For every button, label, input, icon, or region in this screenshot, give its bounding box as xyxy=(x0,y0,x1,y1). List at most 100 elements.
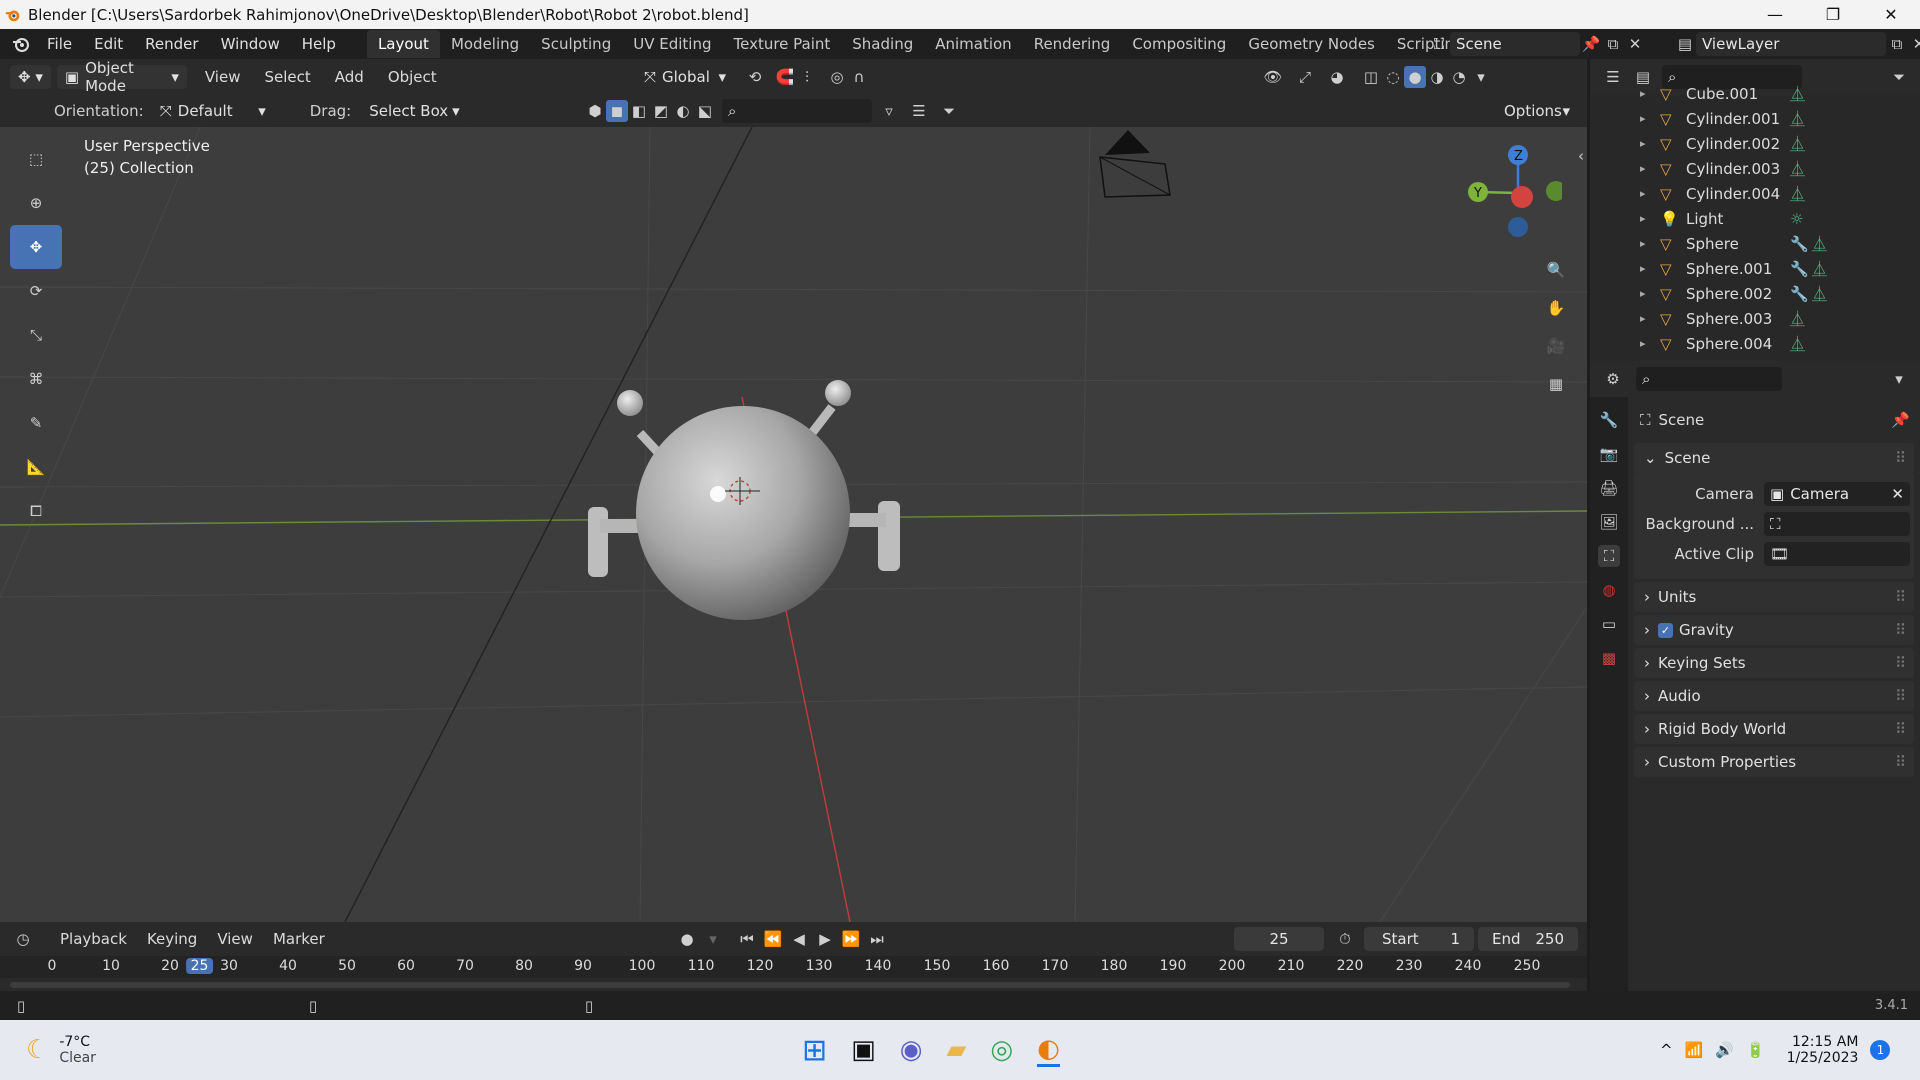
prev-keyframe-icon[interactable]: ⏪ xyxy=(762,928,784,950)
perspective-toggle-icon[interactable]: ▦ xyxy=(1541,369,1571,399)
clock[interactable]: 12:15 AM 1/25/2023 xyxy=(1787,1034,1859,1066)
drag-handle-icon[interactable]: ⠿ xyxy=(1895,449,1906,467)
current-frame-field[interactable]: 25 xyxy=(1234,927,1324,951)
mode-selector[interactable]: ▣ Object Mode ▾ xyxy=(56,59,187,95)
expand-arrow-icon[interactable]: ▸ xyxy=(1640,112,1656,125)
maximize-button[interactable]: ❐ xyxy=(1804,5,1862,24)
material-preview-icon[interactable]: ◑ xyxy=(1426,66,1448,88)
pivot-point-icon[interactable]: ⟲ xyxy=(744,66,766,88)
tab-compositing[interactable]: Compositing xyxy=(1121,30,1237,58)
scene-tab-icon[interactable]: ⛶ xyxy=(1598,545,1620,567)
rendered-shading-icon[interactable]: ◔ xyxy=(1448,66,1470,88)
outliner-item[interactable]: ▸▽Cylinder.001⏅👁📷 xyxy=(1640,106,1920,131)
background-field[interactable]: ⛶ xyxy=(1764,512,1910,536)
filter-toggle-icon[interactable]: ▿ xyxy=(878,100,900,122)
property-section-keying-sets[interactable]: › Keying Sets ⠿ xyxy=(1634,648,1914,678)
view-layer-tab-icon[interactable]: 🖼 xyxy=(1598,511,1620,533)
blender-menu-icon[interactable] xyxy=(10,33,32,55)
outliner-item[interactable]: ▸▽Cube.001⏅👁📷 xyxy=(1640,81,1920,106)
viewlayer-selector[interactable]: ViewLayer xyxy=(1696,32,1886,56)
active-clip-field[interactable]: 🎞 xyxy=(1764,542,1910,566)
new-scene-icon[interactable]: ⧉ xyxy=(1602,33,1624,55)
modifier-wrench-icon[interactable]: 🔧 xyxy=(1790,285,1812,303)
properties-editor-type-icon[interactable]: ⚙ xyxy=(1602,368,1624,390)
gravity-checkbox[interactable]: ✓ xyxy=(1658,622,1673,638)
chevron-down-icon[interactable]: ▾ xyxy=(1888,368,1910,390)
timeline-scrollbar[interactable] xyxy=(10,982,1570,988)
transform-tool[interactable]: ⌘ xyxy=(10,357,62,401)
move-tool[interactable]: ✥ xyxy=(10,225,62,269)
editor-type-selector[interactable]: ✥ ▾ xyxy=(10,65,51,89)
new-viewlayer-icon[interactable]: ⧉ xyxy=(1886,33,1908,55)
jump-end-icon[interactable]: ⏭ xyxy=(866,928,888,950)
blender-taskbar-icon[interactable]: ◐ xyxy=(1037,1034,1060,1067)
task-view-icon[interactable]: ▣ xyxy=(851,1035,876,1065)
volume-icon[interactable]: 🔊 xyxy=(1715,1041,1734,1059)
property-section-rigid-body-world[interactable]: › Rigid Body World ⠿ xyxy=(1634,714,1914,744)
start-windows-icon[interactable]: ⊞ xyxy=(802,1033,827,1068)
chevron-up-icon[interactable]: ^ xyxy=(1660,1041,1673,1059)
clear-icon[interactable]: ✕ xyxy=(1891,485,1904,503)
close-button[interactable]: ✕ xyxy=(1862,5,1920,24)
select-mode-invert-icon[interactable]: ◐ xyxy=(672,100,694,122)
select-mode-extend-icon[interactable]: ◧ xyxy=(628,100,650,122)
notification-badge[interactable]: 1 xyxy=(1870,1040,1891,1060)
play-icon[interactable]: ▶ xyxy=(814,928,836,950)
pin-icon[interactable]: 📌 xyxy=(1891,411,1910,429)
scale-tool[interactable]: ⤡ xyxy=(10,313,62,357)
modifier-wrench-icon[interactable]: 🔧 xyxy=(1790,260,1812,278)
wireframe-shading-icon[interactable]: ◌ xyxy=(1382,66,1404,88)
menu-keying[interactable]: Keying xyxy=(137,930,207,948)
drag-handle-icon[interactable]: ⠿ xyxy=(1895,654,1906,672)
tab-rendering[interactable]: Rendering xyxy=(1023,30,1122,58)
mesh-data-icon[interactable]: ⏅ xyxy=(1790,333,1812,354)
3d-viewport[interactable]: User Perspective (25) Collection Z Y 🔍 ✋… xyxy=(0,127,1587,922)
expand-arrow-icon[interactable]: ▸ xyxy=(1640,287,1656,300)
solid-shading-icon[interactable]: ● xyxy=(1404,66,1426,88)
auto-keying-icon[interactable]: ● xyxy=(676,928,698,950)
visibility-icon[interactable]: 👁 xyxy=(1262,66,1284,88)
menu-edit[interactable]: Edit xyxy=(83,35,134,53)
snap-target-icon[interactable]: ⫶ xyxy=(796,66,818,88)
select-mode-intersect-icon[interactable]: ⬕ xyxy=(694,100,716,122)
battery-icon[interactable]: 🔋 xyxy=(1746,1041,1765,1059)
select-mode-subtract-icon[interactable]: ◩ xyxy=(650,100,672,122)
weather-widget[interactable]: ☾ -7°C Clear xyxy=(26,1034,96,1066)
properties-search-input[interactable]: ⌕ xyxy=(1636,367,1782,391)
minimize-button[interactable]: — xyxy=(1746,5,1804,24)
add-cube-tool[interactable]: ⧠ xyxy=(10,489,62,533)
measure-tool[interactable]: 📐 xyxy=(10,445,62,489)
pin-icon[interactable]: 📌 xyxy=(1580,33,1602,55)
property-section-gravity[interactable]: › ✓ Gravity ⠿ xyxy=(1634,615,1914,645)
modifier-wrench-icon[interactable]: 🔧 xyxy=(1790,235,1812,253)
chat-icon[interactable]: ◉ xyxy=(900,1035,923,1065)
expand-arrow-icon[interactable]: ▸ xyxy=(1640,187,1656,200)
collection-tab-icon[interactable]: ▭ xyxy=(1598,613,1620,635)
zoom-icon[interactable]: 🔍 xyxy=(1541,255,1571,285)
outliner-item[interactable]: ▸▽Cylinder.002⏅👁📷 xyxy=(1640,131,1920,156)
mesh-data-icon[interactable]: ⏅ xyxy=(1812,233,1834,254)
drag-handle-icon[interactable]: ⠿ xyxy=(1895,687,1906,705)
outliner-item[interactable]: ▸▽Cylinder.003⏅👁📷 xyxy=(1640,156,1920,181)
mesh-data-icon[interactable]: ⏅ xyxy=(1790,133,1812,154)
cursor-tool[interactable]: ⊕ xyxy=(10,181,62,225)
expand-arrow-icon[interactable]: ▸ xyxy=(1640,137,1656,150)
tab-texture-paint[interactable]: Texture Paint xyxy=(722,30,841,58)
transform-orientation-selector[interactable]: ⤧ Global ▾ xyxy=(636,65,734,89)
mesh-data-icon[interactable]: ⏅ xyxy=(1790,108,1812,129)
drag-handle-icon[interactable]: ⠿ xyxy=(1895,588,1906,606)
outliner-item[interactable]: ▸💡Light☼👁📷 xyxy=(1640,206,1920,231)
drag-handle-icon[interactable]: ⠿ xyxy=(1895,621,1906,639)
proportional-editing-icon[interactable]: ◎ xyxy=(826,66,848,88)
start-frame-field[interactable]: Start 1 xyxy=(1364,927,1474,951)
snap-icon[interactable]: 🧲 xyxy=(774,66,796,88)
robot-model[interactable] xyxy=(588,380,900,620)
overlays-toggle-icon[interactable]: ◕ xyxy=(1326,66,1348,88)
mesh-data-icon[interactable]: ⏅ xyxy=(1790,158,1812,179)
drag-handle-icon[interactable]: ⠿ xyxy=(1895,720,1906,738)
mesh-data-icon[interactable]: ⏅ xyxy=(1790,183,1812,204)
frame-ruler[interactable]: 0 10 20 25 30 40 50 60 70 80 90 100 110 120 130 140 150 1… xyxy=(0,956,1587,978)
expand-arrow-icon[interactable]: ▸ xyxy=(1640,262,1656,275)
file-explorer-icon[interactable]: ▰ xyxy=(946,1035,966,1065)
gizmo-toggle-icon[interactable]: ⤢ xyxy=(1294,66,1316,88)
